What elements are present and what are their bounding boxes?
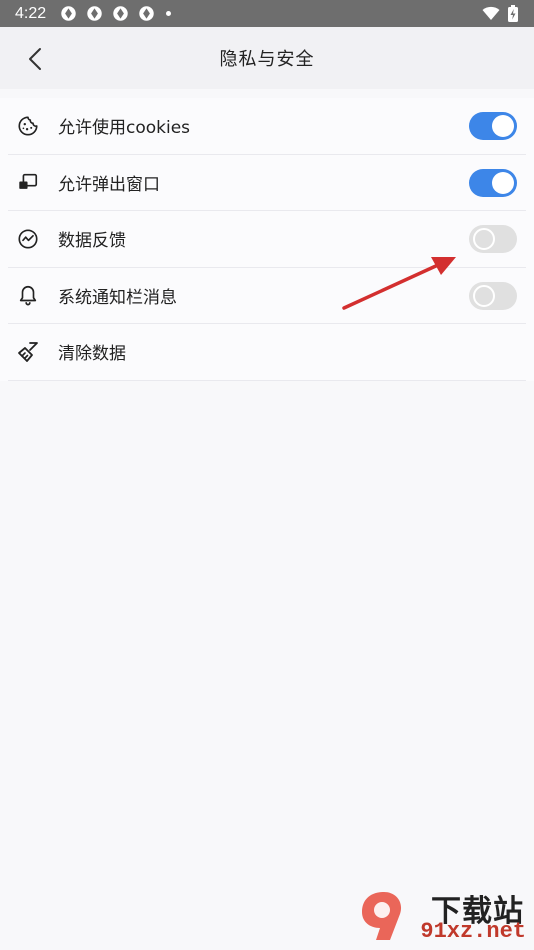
setting-label: 数据反馈 [58,231,126,252]
setting-row-allow-cookies[interactable]: 允许使用cookies [8,98,526,155]
allow-cookies-toggle[interactable] [469,112,517,140]
watermark: 下载站 91xz.net [356,886,528,946]
battery-icon [508,5,518,22]
bell-icon [16,283,40,307]
notification-icon [113,6,128,21]
annotation-arrow-icon [342,257,456,310]
setting-label: 系统通知栏消息 [58,287,177,308]
page-title: 隐私与安全 [219,49,315,70]
chart-circle-icon [16,227,40,251]
toggle-knob [473,284,495,307]
setting-label: 允许弹出窗口 [58,174,160,195]
chevron-left-icon [29,48,41,70]
setting-label: 清除数据 [58,344,126,365]
toggle-knob [492,115,514,137]
more-notifications-dot [166,11,172,16]
popup-window-icon [16,170,40,194]
cookie-icon [16,114,40,138]
setting-row-allow-popups[interactable]: 允许弹出窗口 [8,155,526,211]
settings-list: 允许使用cookies 允许弹出窗口 数据反馈 系统通知栏消息 清除数据 [0,98,534,381]
watermark-url: 91xz.net [420,919,526,944]
setting-label: 允许使用cookies [58,118,191,139]
status-bar: 4:22 [0,0,534,27]
notification-icon [61,6,76,21]
notification-icon [87,6,102,21]
broom-icon [16,340,40,364]
toggle-knob [473,228,495,250]
data-feedback-toggle[interactable] [469,225,517,253]
status-time: 4:22 [15,4,47,22]
notification-icon [139,6,154,21]
back-button[interactable] [18,42,52,76]
status-indicators [482,5,518,22]
wifi-icon [482,6,500,20]
setting-row-clear-data[interactable]: 清除数据 [8,324,526,381]
allow-popups-toggle[interactable] [469,168,517,197]
top-app-bar: 隐私与安全 [0,27,534,89]
site-logo-icon [362,892,402,940]
system-notifications-toggle[interactable] [469,281,517,310]
toggle-knob [492,171,514,194]
